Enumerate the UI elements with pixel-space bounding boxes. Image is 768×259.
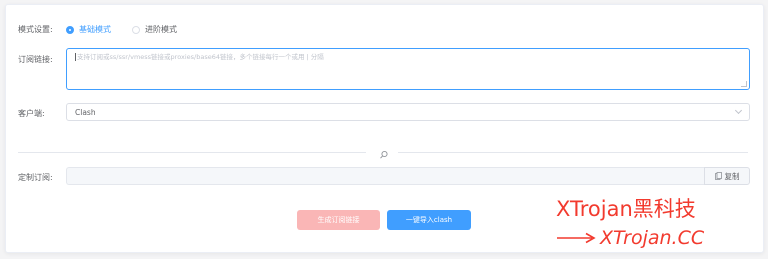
divider-left [18, 152, 366, 153]
radio-advanced-mode[interactable]: 进阶模式 [132, 24, 177, 35]
client-select-value: Clash [75, 107, 96, 117]
custom-label: 定制订阅: [18, 173, 53, 182]
watermark-title: XTrojan黑科技 [556, 197, 696, 221]
generate-link-button-label: 生成订阅链接 [317, 216, 360, 224]
radio-basic-mode-label: 基础模式 [79, 25, 111, 34]
generate-link-button[interactable]: 生成订阅链接 [297, 210, 380, 230]
magic-wand-icon [378, 146, 390, 159]
chevron-down-icon [734, 106, 743, 115]
mode-label: 模式设置: [18, 25, 53, 34]
client-select[interactable]: Clash [66, 103, 750, 121]
import-clash-button[interactable]: 一键导入clash [387, 210, 471, 230]
radio-checked-icon [66, 25, 74, 34]
radio-unchecked-icon [132, 25, 140, 34]
client-label: 客户端: [18, 109, 45, 118]
copy-button[interactable]: 复制 [704, 167, 750, 185]
copy-icon [714, 172, 722, 180]
subscription-placeholder: 支持订阅或ss/ssr/vmess链接或proxies/base64链接，多个链… [77, 53, 324, 61]
text-caret [75, 53, 76, 61]
resize-handle-icon[interactable] [741, 81, 747, 87]
radio-basic-mode[interactable]: 基础模式 [66, 24, 111, 35]
copy-button-label: 复制 [724, 171, 740, 181]
arrow-right-icon [557, 232, 596, 244]
subscription-textarea[interactable]: 支持订阅或ss/ssr/vmess链接或proxies/base64链接，多个链… [66, 48, 750, 90]
custom-subscription-input[interactable] [66, 167, 704, 185]
watermark-link: XTrojan.CC [556, 227, 704, 249]
radio-advanced-mode-label: 进阶模式 [145, 25, 177, 34]
subscription-label: 订阅链接: [18, 55, 53, 64]
divider-right [398, 152, 748, 153]
watermark-link-text: XTrojan.CC [600, 227, 705, 249]
import-clash-button-label: 一键导入clash [405, 216, 453, 224]
